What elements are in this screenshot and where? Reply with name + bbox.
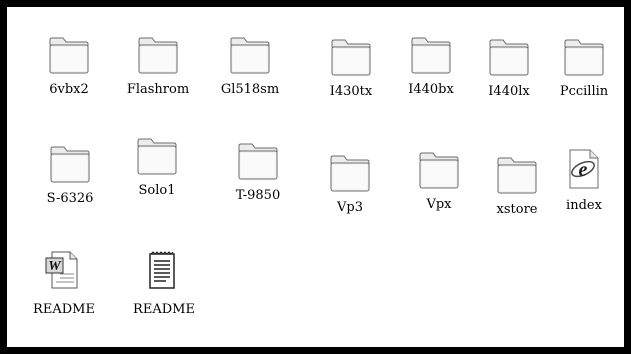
file-item-vp3[interactable]: Vp3 — [310, 150, 390, 230]
file-label: I440lx — [488, 84, 530, 99]
folder-view-window: 6vbx2 Flashrom Gl518sm I430tx I440bx I44… — [7, 7, 624, 347]
folder-icon — [228, 36, 272, 76]
file-item-i440bx[interactable]: I440bx — [391, 32, 471, 112]
file-label: README — [33, 302, 95, 317]
folder-icon — [47, 36, 91, 76]
svg-text:W: W — [48, 259, 62, 274]
word-document-icon: W — [44, 250, 88, 290]
file-label: S-6326 — [46, 191, 94, 206]
file-item-s-6326[interactable]: S-6326 — [30, 141, 110, 221]
file-label: Pccillin — [559, 84, 609, 99]
file-item-i440lx[interactable]: I440lx — [469, 34, 549, 114]
folder-icon — [562, 38, 606, 78]
folder-icon — [48, 145, 92, 185]
file-item-pccillin[interactable]: Pccillin — [544, 34, 624, 114]
file-label: Vp3 — [337, 200, 363, 215]
file-item-solo1[interactable]: Solo1 — [117, 133, 197, 213]
folder-icon — [135, 137, 179, 177]
file-item-6vbx2[interactable]: 6vbx2 — [29, 32, 109, 112]
html-document-icon: e — [564, 148, 608, 189]
file-item-index[interactable]: e index — [544, 146, 624, 226]
file-item-i430tx[interactable]: I430tx — [311, 34, 391, 114]
file-item-readme-text[interactable]: README — [124, 250, 204, 330]
file-label: README — [133, 302, 195, 317]
svg-text:e: e — [579, 159, 588, 181]
file-label: T-9850 — [235, 188, 281, 203]
file-label: index — [566, 198, 602, 213]
file-label: Vpx — [426, 197, 452, 212]
file-label: Solo1 — [138, 183, 176, 198]
folder-icon — [328, 154, 372, 194]
file-label: Flashrom — [126, 82, 190, 97]
file-label: I430tx — [329, 84, 373, 99]
text-document-icon — [142, 250, 186, 290]
file-label: Gl518sm — [220, 82, 280, 97]
file-item-vpx[interactable]: Vpx — [399, 147, 479, 227]
folder-icon — [236, 142, 280, 182]
file-label: I440bx — [408, 82, 454, 97]
folder-icon — [487, 38, 531, 78]
file-item-flashrom[interactable]: Flashrom — [118, 32, 198, 112]
file-item-t-9850[interactable]: T-9850 — [218, 138, 298, 218]
folder-icon — [409, 36, 453, 76]
folder-icon — [136, 36, 180, 76]
folder-icon — [417, 151, 461, 191]
file-item-gl518sm[interactable]: Gl518sm — [210, 32, 290, 112]
file-label: 6vbx2 — [49, 82, 89, 97]
folder-icon — [329, 38, 373, 78]
folder-icon — [495, 156, 539, 196]
file-item-readme-word[interactable]: W README — [24, 250, 104, 330]
